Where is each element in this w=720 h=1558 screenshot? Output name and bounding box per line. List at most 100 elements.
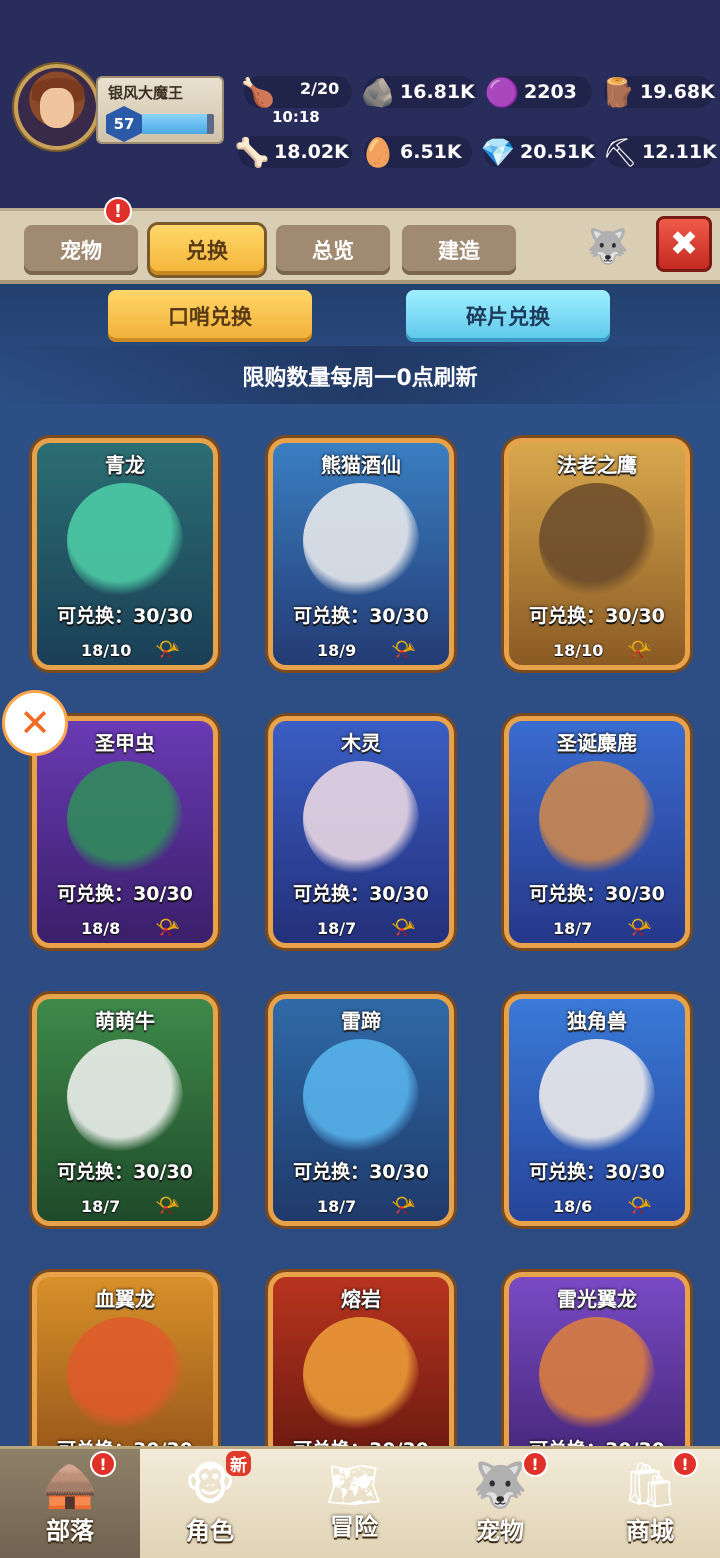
pet-wolf-icon: 🐺 xyxy=(472,1460,528,1511)
egg-resource[interactable]: 🥚 6.51K xyxy=(361,136,472,169)
close-button[interactable]: ✖ xyxy=(656,216,712,272)
wood-value: 19.68K xyxy=(640,81,715,103)
nav-shop[interactable]: 🛍 商城 ! xyxy=(580,1449,720,1558)
pet-card[interactable]: 独角兽 可兑换：30/30 18/6 📯 xyxy=(504,994,690,1226)
nav-adventure[interactable]: 🗺 冒险 xyxy=(284,1449,424,1558)
crystal-value: 20.51K xyxy=(520,141,595,163)
nav-pets[interactable]: 🐺 宠物 ! xyxy=(430,1449,570,1558)
pet-card-name: 熔岩 xyxy=(341,1287,381,1311)
whistle-icon: 📯 xyxy=(627,915,652,939)
player-avatar[interactable] xyxy=(14,64,100,150)
exchange-panel: 口哨兑换 碎片兑换 限购数量每周一0点刷新 青龙 可兑换：30/30 18/10 📯 熊… xyxy=(0,284,720,1446)
stamina-timer: 10:18 xyxy=(272,108,320,126)
pet-portrait xyxy=(539,761,655,877)
pearl-value: 2203 xyxy=(524,81,577,103)
pet-card[interactable]: 熊猫酒仙 可兑换：30/30 18/9 📯 xyxy=(268,438,454,670)
pet-card[interactable]: 法老之鹰 可兑换：30/30 18/10 📯 xyxy=(504,438,690,670)
bottom-navigation: 🛖 部落 ! 🐵 角色 新 🗺 冒险 🐺 宠物 ! 🛍 商城 ! xyxy=(0,1446,720,1558)
whistle-icon: 📯 xyxy=(155,915,180,939)
pet-card-cost: 18/7 xyxy=(317,919,357,938)
pet-card[interactable]: 萌萌牛 可兑换：30/30 18/7 📯 xyxy=(32,994,218,1226)
player-info-panel[interactable]: 银风大魔王 57 xyxy=(96,76,224,144)
wood-resource[interactable]: 🪵 19.68K xyxy=(601,76,715,109)
pet-card-stock: 可兑换：30/30 xyxy=(57,1161,193,1183)
pet-card-cost: 18/8 xyxy=(81,919,121,938)
pet-card-name: 雷光翼龙 xyxy=(557,1287,637,1311)
bone-resource[interactable]: 🦴 18.02K xyxy=(235,136,352,169)
pet-card-cost: 18/6 xyxy=(553,1197,593,1216)
pet-card-stock: 可兑换：30/30 xyxy=(273,1435,449,1446)
nav-tribe[interactable]: 🛖 部落 ! xyxy=(0,1449,140,1558)
whistle-exchange-button[interactable]: 口哨兑换 xyxy=(108,290,312,342)
pet-card[interactable]: 雷光翼龙可兑换：30/3018/6📯 xyxy=(504,1272,690,1446)
drumstick-plus-icon: 🍗 xyxy=(240,75,276,109)
pet-portrait xyxy=(67,761,183,877)
pet-portrait xyxy=(539,1317,655,1433)
nav-character[interactable]: 🐵 角色 新 xyxy=(140,1449,280,1558)
pet-card-stock: 可兑换：30/30 xyxy=(293,605,429,627)
pet-card[interactable]: 血翼龙可兑换：30/3018/6📯 xyxy=(32,1272,218,1446)
pet-card-name: 萌萌牛 xyxy=(95,1009,155,1033)
treasure-map-icon: 🗺 xyxy=(326,1460,382,1511)
wood-logs-icon: 🪵 xyxy=(600,75,636,109)
pet-card[interactable]: 熔岩可兑换：30/3018/6📯 xyxy=(268,1272,454,1446)
pet-portrait xyxy=(67,483,183,599)
nav-character-new-badge: 新 xyxy=(226,1451,251,1476)
pet-card[interactable]: 圣诞麋鹿 可兑换：30/30 18/7 📯 xyxy=(504,716,690,948)
whistle-icon: 📯 xyxy=(391,1193,416,1217)
shard-exchange-button[interactable]: 碎片兑换 xyxy=(406,290,610,342)
stamina-value: 2/20 xyxy=(300,79,340,98)
pet-portrait xyxy=(303,1317,419,1433)
stamina-resource[interactable]: 🍗 2/20 xyxy=(241,76,352,109)
floating-x-button[interactable]: ✕ xyxy=(2,690,68,756)
pet-card-name: 独角兽 xyxy=(567,1009,627,1033)
pet-card-stock: 可兑换：30/30 xyxy=(529,605,665,627)
stone-plus-icon: 🪨 xyxy=(360,75,396,109)
nav-pets-alert-badge: ! xyxy=(522,1451,548,1477)
pet-card-name: 熊猫酒仙 xyxy=(321,453,401,477)
pet-portrait xyxy=(67,1039,183,1155)
pet-card[interactable]: 木灵 可兑换：30/30 18/7 📯 xyxy=(268,716,454,948)
tab-pets[interactable]: 宠物 xyxy=(24,225,138,275)
top-status-bar: 银风大魔王 57 🍗 2/20 10:18 🪨 16.81K 🟣 2203 🪵 … xyxy=(0,0,720,208)
pet-portrait xyxy=(539,1039,655,1155)
tab-overview[interactable]: 总览 xyxy=(276,225,390,275)
tab-exchange[interactable]: 兑换 xyxy=(150,225,264,275)
pet-card-stock: 可兑换：30/30 xyxy=(57,605,193,627)
shop-bag-icon: 🛍 xyxy=(622,1460,678,1511)
close-icon: ✖ xyxy=(669,224,699,264)
pet-card-cost: 18/7 xyxy=(553,919,593,938)
pet-card-cost: 18/10 xyxy=(81,641,132,660)
pet-card-stock: 可兑换：30/30 xyxy=(529,1161,665,1183)
pearl-plus-icon: 🟣 xyxy=(484,75,520,109)
pet-card-stock: 可兑换：30/30 xyxy=(37,1435,213,1446)
pet-card-name: 木灵 xyxy=(341,731,381,755)
pet-portrait xyxy=(303,483,419,599)
exp-bar xyxy=(142,114,214,134)
pet-card-name: 血翼龙 xyxy=(95,1287,155,1311)
nav-tribe-alert-badge: ! xyxy=(90,1451,116,1477)
pet-card-stock: 可兑换：30/30 xyxy=(293,1161,429,1183)
nav-adventure-label: 冒险 xyxy=(330,1513,378,1541)
pet-card-stock: 可兑换：30/30 xyxy=(509,1435,685,1446)
player-level-badge: 57 xyxy=(106,106,142,142)
whistle-icon: 📯 xyxy=(391,915,416,939)
stone-resource[interactable]: 🪨 16.81K xyxy=(361,76,476,109)
tab-build[interactable]: 建造 xyxy=(402,225,516,275)
wolf-emblem-icon: 🐺 xyxy=(586,227,630,267)
pet-card-name: 圣诞麋鹿 xyxy=(557,731,637,755)
nav-shop-label: 商城 xyxy=(626,1517,674,1545)
bone-value: 18.02K xyxy=(274,141,349,163)
pet-card[interactable]: 青龙 可兑换：30/30 18/10 📯 xyxy=(32,438,218,670)
pet-card[interactable]: 雷蹄 可兑换：30/30 18/7 📯 xyxy=(268,994,454,1226)
egg-icon: 🥚 xyxy=(360,135,396,169)
ore-resource[interactable]: ⛏ 12.11K xyxy=(602,136,717,169)
pet-portrait xyxy=(303,761,419,877)
crystal-resource[interactable]: 💎 20.51K xyxy=(481,136,596,169)
x-logo-icon: ✕ xyxy=(19,701,51,745)
pet-portrait xyxy=(539,483,655,599)
pearl-resource[interactable]: 🟣 2203 xyxy=(485,76,592,109)
blue-crystal-icon: 💎 xyxy=(480,135,516,169)
pet-card[interactable]: 圣甲虫 可兑换：30/30 18/8 📯 xyxy=(32,716,218,948)
nav-character-label: 角色 xyxy=(186,1517,234,1545)
